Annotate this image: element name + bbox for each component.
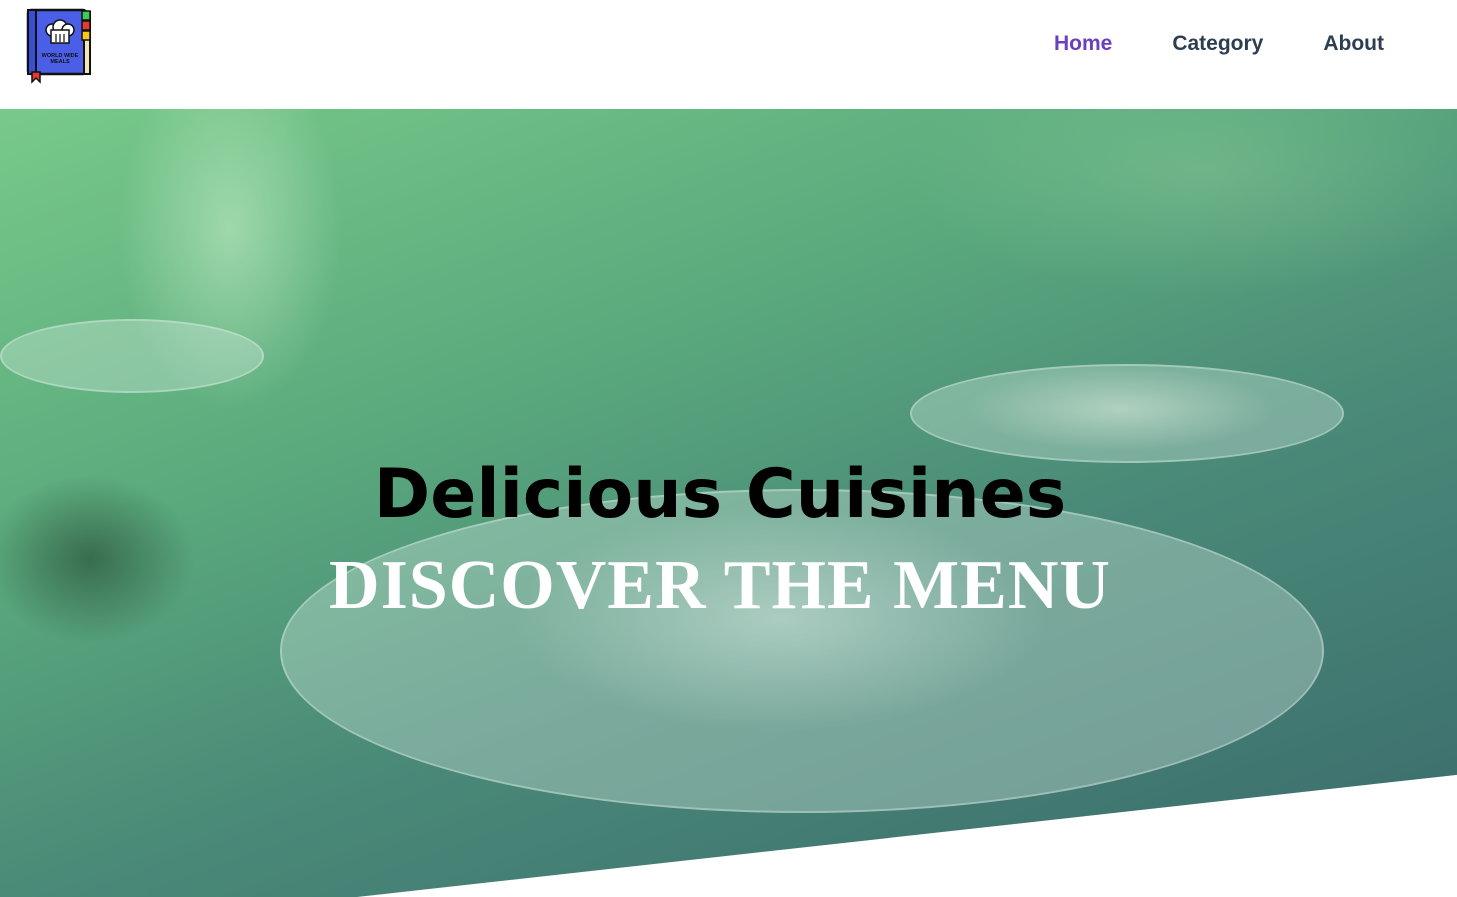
hero-content: Delicious Cuisines DISCOVER THE MENU [0, 454, 1440, 626]
hero-title: DISCOVER THE MENU [329, 547, 1111, 624]
nav-about-link[interactable]: About [1323, 30, 1384, 58]
hero-subtitle: Delicious Cuisines [373, 455, 1067, 534]
plate-shape [910, 364, 1344, 463]
nav-category-link[interactable]: Category [1172, 30, 1263, 58]
plate-shape [0, 319, 264, 393]
chef-hat-book-icon: WORLD WIDE MEALS [26, 8, 91, 84]
hero-banner: Delicious Cuisines DISCOVER THE MENU [0, 109, 1457, 897]
navbar: WORLD WIDE MEALS Home Category About [0, 0, 1457, 109]
logo[interactable]: WORLD WIDE MEALS [26, 8, 94, 86]
nav-home-link[interactable]: Home [1054, 30, 1112, 58]
logo-text-line2: MEALS [50, 59, 70, 65]
main-nav: Home Category About [1054, 30, 1384, 58]
